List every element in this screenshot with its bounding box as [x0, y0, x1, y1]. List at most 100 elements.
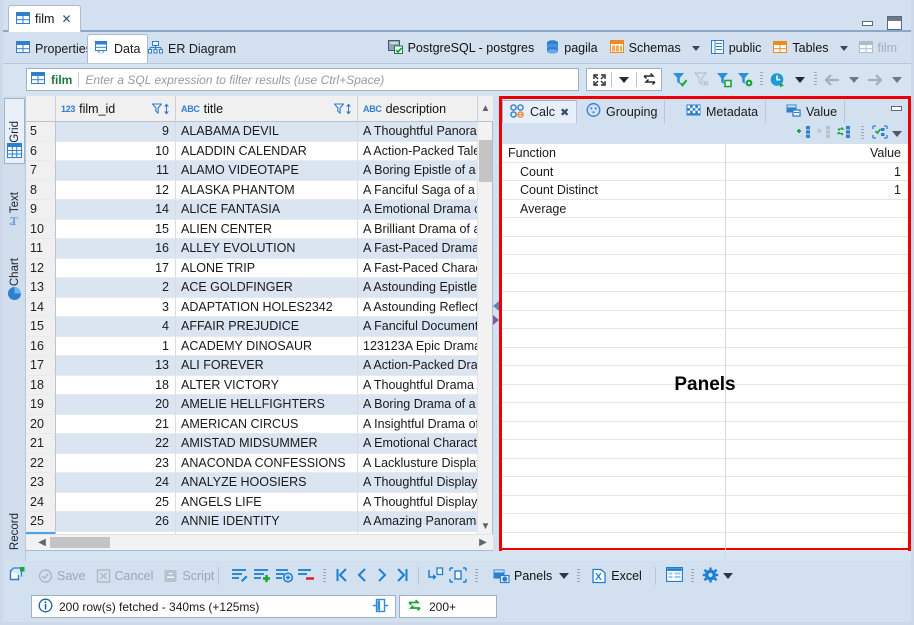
- row-number-cell[interactable]: 24: [26, 492, 56, 512]
- chevron-down-icon[interactable]: ▼: [478, 518, 493, 534]
- cell-title[interactable]: ALAMO VIDEOTAPE: [176, 161, 358, 181]
- table-row[interactable]: 12 17 ALONE TRIP A Fast-Paced Charact: [26, 258, 478, 278]
- filter-input-placeholder[interactable]: Enter a SQL expression to filter results…: [85, 73, 384, 87]
- cell-description[interactable]: A Boring Epistle of a B: [358, 161, 478, 181]
- grid-config-icon[interactable]: [665, 566, 683, 585]
- panel-tab-calc[interactable]: Calc ✖: [502, 100, 578, 123]
- grid-scroll-up-arrow[interactable]: ▲: [478, 96, 493, 121]
- tab-data[interactable]: <> Data: [87, 34, 149, 63]
- cell-description[interactable]: A Action-Packed Tale: [358, 142, 478, 161]
- row-count-box[interactable]: 200+: [399, 595, 497, 618]
- table-row[interactable]: 24 25 ANGELS LIFE A Thoughtful Display: [26, 492, 478, 512]
- duplicate-row-icon[interactable]: [275, 567, 294, 586]
- cell-film-id[interactable]: 10: [56, 141, 176, 161]
- chevron-down-icon[interactable]: [691, 45, 700, 51]
- close-icon[interactable]: ✕: [61, 13, 71, 25]
- cell-description[interactable]: A Insightful Drama of: [358, 415, 478, 434]
- cell-title[interactable]: ALTER VICTORY: [176, 375, 358, 395]
- cancel-button[interactable]: Cancel: [93, 569, 157, 583]
- grid-rows[interactable]: 5 9 ALABAMA DEVIL A Thoughtful Panorar 6 10 AL…: [26, 122, 478, 534]
- refresh-green-icon[interactable]: [406, 598, 423, 616]
- cell-description[interactable]: A Brilliant Drama of a: [358, 220, 478, 239]
- close-icon[interactable]: ✖: [560, 106, 569, 119]
- forward-icon[interactable]: [865, 69, 887, 90]
- panels-region[interactable]: Calc ✖ Grouping Metadata Value Function …: [499, 96, 911, 570]
- calc-row[interactable]: Count Distinct 1: [502, 181, 908, 200]
- script-button[interactable]: Script: [160, 569, 217, 583]
- calc-table[interactable]: Function Value Count 1 Count Distinct 1 Aver…: [502, 144, 908, 570]
- cell-title[interactable]: ALIEN CENTER: [176, 219, 358, 239]
- cell-film-id[interactable]: 12: [56, 180, 176, 200]
- first-page-icon[interactable]: [334, 567, 350, 586]
- cell-title[interactable]: ALABAMA DEVIL: [176, 122, 358, 142]
- cell-title[interactable]: ALICE FANTASIA: [176, 200, 358, 220]
- table-row[interactable]: 10 15 ALIEN CENTER A Brilliant Drama of a: [26, 219, 478, 239]
- maximize-results-icon[interactable]: [587, 69, 611, 90]
- editor-tab-film[interactable]: film ✕: [8, 5, 81, 32]
- chevron-left-icon[interactable]: ◀: [34, 535, 50, 550]
- add-calc-icon[interactable]: [797, 125, 813, 142]
- maximize-dropdown-icon[interactable]: [612, 69, 636, 90]
- excel-button[interactable]: X Excel: [588, 568, 645, 584]
- panels-dropdown-icon[interactable]: [559, 573, 570, 579]
- cell-title[interactable]: ADAPTATION HOLES2342: [176, 297, 358, 317]
- row-number-cell[interactable]: 19: [26, 395, 56, 415]
- grid-corner-cell[interactable]: [26, 96, 56, 121]
- settings-dropdown-icon[interactable]: [722, 573, 733, 579]
- row-number-cell[interactable]: 5: [26, 122, 56, 142]
- cell-film-id[interactable]: 17: [56, 258, 176, 278]
- table-row[interactable]: 23 24 ANALYZE HOOSIERS A Thoughtful Display: [26, 473, 478, 493]
- apply-filter-icon[interactable]: [669, 69, 691, 90]
- breadcrumb-item-schemas[interactable]: Schemas: [604, 40, 687, 56]
- cell-film-id[interactable]: 25: [56, 492, 176, 512]
- table-row[interactable]: 17 13 ALI FOREVER A Action-Packed Dran: [26, 356, 478, 376]
- cell-description[interactable]: A Thoughtful Display: [358, 473, 478, 493]
- cell-film-id[interactable]: 2: [56, 278, 176, 298]
- table-row[interactable]: 21 22 AMISTAD MIDSUMMER A Emotional Charact…: [26, 434, 478, 454]
- cell-film-id[interactable]: 14: [56, 200, 176, 220]
- cell-description[interactable]: A Fast-Paced Charact: [358, 259, 478, 278]
- refresh-calc-icon[interactable]: [836, 125, 853, 142]
- cell-film-id[interactable]: 3: [56, 297, 176, 317]
- table-row[interactable]: 161ACADEMY DINOSAUR123123A Epic Drama c: [26, 336, 478, 356]
- cell-title[interactable]: ALLEY EVOLUTION: [176, 239, 358, 259]
- add-row-icon[interactable]: [253, 567, 271, 586]
- table-row[interactable]: 14 3 ADAPTATION HOLES2342 A Astounding Refl…: [26, 297, 478, 317]
- row-number-cell[interactable]: 16: [26, 336, 56, 356]
- row-number-cell[interactable]: 15: [26, 317, 56, 337]
- row-number-cell[interactable]: 7: [26, 161, 56, 181]
- table-row[interactable]: 25 26 ANNIE IDENTITY A Amazing Panorama: [26, 512, 478, 532]
- panel-tab-grouping[interactable]: Grouping: [579, 100, 666, 123]
- save-button[interactable]: Save: [35, 569, 89, 583]
- row-number-cell[interactable]: 12: [26, 258, 56, 278]
- panel-tab-metadata[interactable]: Metadata: [679, 100, 767, 123]
- fetch-next-icon[interactable]: [427, 566, 445, 586]
- row-number-cell[interactable]: 14: [26, 297, 56, 317]
- next-page-icon[interactable]: [374, 567, 390, 586]
- cell-film-id[interactable]: 26: [56, 512, 176, 532]
- breadcrumb-item-schema[interactable]: public: [705, 39, 768, 57]
- open-editor-icon[interactable]: [9, 566, 27, 586]
- refresh-icon[interactable]: [637, 69, 661, 90]
- cell-description[interactable]: A Action-Packed Dran: [358, 356, 478, 376]
- cell-description[interactable]: A Astounding Reflecti: [358, 298, 478, 317]
- previous-page-icon[interactable]: [354, 567, 370, 586]
- cell-title[interactable]: ALI FOREVER: [176, 356, 358, 376]
- cell-description[interactable]: A Boring Drama of a V: [358, 395, 478, 415]
- cell-title[interactable]: ALADDIN CALENDAR: [176, 141, 358, 161]
- sidebar-item-record[interactable]: Record: [4, 498, 25, 550]
- calc-row[interactable]: Average: [502, 199, 908, 218]
- back-icon[interactable]: [821, 69, 843, 90]
- result-grid[interactable]: 123 film_id ABC title ABC description ▲ …: [26, 96, 493, 551]
- sidebar-item-text[interactable]: T < Text: [4, 170, 25, 232]
- table-row[interactable]: 5 9 ALABAMA DEVIL A Thoughtful Panorar: [26, 122, 478, 142]
- minimize-button[interactable]: [861, 18, 874, 29]
- cell-title[interactable]: ACE GOLDFINGER: [176, 278, 358, 298]
- cell-description[interactable]: A Fanciful Documenta: [358, 317, 478, 337]
- cell-film-id[interactable]: 24: [56, 473, 176, 493]
- filter-bar[interactable]: film Enter a SQL expression to filter re…: [26, 68, 579, 91]
- cell-title[interactable]: ANNIE IDENTITY: [176, 512, 358, 532]
- breadcrumb-item-tables[interactable]: Tables: [767, 40, 834, 56]
- breadcrumb-item-connection[interactable]: PostgreSQL - postgres: [382, 39, 541, 57]
- save-filter-icon[interactable]: [713, 69, 735, 90]
